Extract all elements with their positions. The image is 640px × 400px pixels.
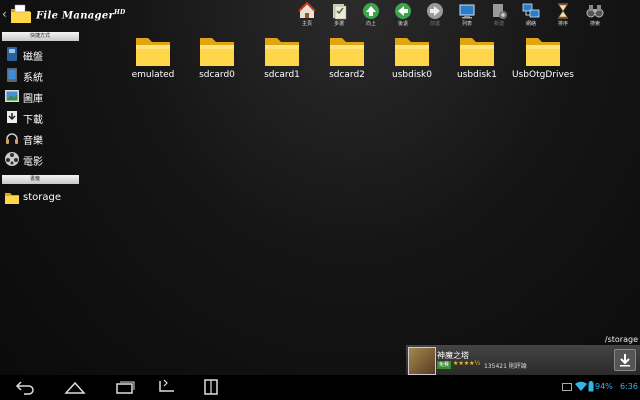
search-label: 搜索 [589, 21, 600, 27]
binoculars-icon [586, 5, 604, 18]
home-label: 主頁 [301, 21, 312, 27]
folder-label: sdcard0 [199, 70, 235, 80]
folder-icon [136, 38, 170, 66]
folder-icon [200, 38, 234, 66]
folder-item[interactable]: usbdisk0 [381, 32, 443, 88]
app-logo-icon[interactable] [10, 4, 32, 24]
sidebar-item-label: 圖庫 [23, 94, 43, 105]
back-button[interactable]: 後退 [388, 2, 418, 32]
folder-icon [526, 38, 560, 66]
network-label: 網絡 [525, 21, 536, 27]
multi-select-label: 多選 [333, 21, 344, 27]
folder-item[interactable]: UsbOtgDrives [511, 32, 575, 88]
ad-review-count: 135421 則評論 [484, 363, 527, 370]
ad-download-button[interactable] [614, 349, 636, 371]
sidebar-item-system[interactable]: 系統 [4, 66, 80, 84]
nav-screenshot-icon[interactable] [156, 379, 178, 395]
folder-label: UsbOtgDrives [512, 70, 574, 80]
search-button[interactable]: 搜索 [580, 2, 610, 32]
ad-rating-stars: ★★★★½ [453, 360, 481, 367]
sidebar-item-label: 音樂 [23, 136, 43, 147]
folder-icon [460, 38, 494, 66]
forward-button[interactable]: 前進 [420, 2, 450, 32]
folder-icon [5, 193, 19, 204]
arrow-up-icon [363, 3, 379, 19]
view-label: 列表 [461, 21, 472, 27]
sidebar-item-label: 電影 [23, 157, 43, 168]
bookmarks-header: 書籤 [2, 175, 79, 184]
new-folder-button[interactable]: 新建 [484, 2, 514, 32]
sort-button[interactable]: 排序 [548, 2, 578, 32]
arrow-back-icon [395, 3, 411, 19]
back-label: 後退 [397, 21, 408, 27]
sidebar-item-disk[interactable]: 磁盤 [4, 45, 80, 63]
wifi-icon [575, 381, 587, 391]
view-button[interactable]: 列表 [452, 2, 482, 32]
folder-label: emulated [131, 70, 175, 80]
nav-home-icon[interactable] [64, 379, 86, 395]
app-title-text: File Manager [36, 10, 115, 22]
nav-back-icon[interactable] [14, 379, 36, 395]
new-folder-icon [493, 4, 507, 19]
app-version-mark: HD [114, 9, 126, 16]
forward-label: 前進 [429, 21, 440, 27]
app-title: File ManagerHD [36, 9, 126, 21]
up-button[interactable]: 向上 [356, 2, 386, 32]
list-view-icon [459, 4, 475, 19]
ad-app-thumbnail[interactable] [408, 347, 436, 375]
folder-label: usbdisk0 [392, 70, 432, 80]
sidebar-item-label: 下載 [23, 115, 43, 126]
folder-item[interactable]: sdcard0 [186, 32, 248, 88]
sidebar-item-storage[interactable]: storage [4, 189, 80, 207]
disk-icon [7, 47, 17, 61]
sidebar-item-film[interactable]: 電影 [4, 150, 80, 168]
folder-item[interactable]: emulated [122, 32, 184, 88]
folder-label: sdcard1 [264, 70, 300, 80]
sidebar-item-music[interactable]: 音樂 [4, 129, 80, 147]
arrow-forward-icon [427, 3, 443, 19]
back-chevron-icon[interactable]: ‹ [2, 7, 7, 21]
top-bar: ‹ File ManagerHD 主頁 多選 向上 後退 前進 列表 新建 網絡… [0, 0, 640, 30]
sort-icon [558, 3, 568, 19]
folder-icon [330, 38, 364, 66]
sidebar-item-download[interactable]: 下載 [4, 108, 80, 126]
sidebar-item-label: 磁盤 [23, 52, 43, 63]
battery-icon [588, 381, 594, 392]
download-arrow-icon [620, 354, 630, 367]
music-icon [6, 133, 18, 144]
home-icon [298, 2, 316, 18]
folder-label: sdcard2 [329, 70, 365, 80]
network-icon [522, 3, 540, 18]
folder-item[interactable]: sdcard2 [316, 32, 378, 88]
nav-recents-icon[interactable] [114, 379, 136, 395]
sidebar-item-label: 系統 [23, 73, 43, 84]
nav-window-icon[interactable] [200, 379, 222, 395]
current-path: /storage [604, 335, 638, 344]
sort-label: 排序 [557, 21, 568, 27]
folder-icon [395, 38, 429, 66]
home-button[interactable]: 主頁 [292, 2, 322, 32]
multi-select-button[interactable]: 多選 [324, 2, 354, 32]
multi-select-icon [333, 4, 347, 20]
sidebar-item-label: storage [23, 192, 61, 203]
folder-item[interactable]: sdcard1 [251, 32, 313, 88]
download-icon [7, 111, 17, 123]
system-nav-bar: 94% 6:36 [0, 375, 640, 400]
new-folder-label: 新建 [493, 21, 504, 27]
folder-icon [265, 38, 299, 66]
phone-icon [7, 68, 17, 82]
gallery-icon [5, 90, 19, 102]
folder-item[interactable]: usbdisk1 [446, 32, 508, 88]
clock: 6:36 [620, 382, 638, 391]
film-icon [5, 152, 19, 166]
ad-banner[interactable]: 神魔之塔 免費 ★★★★½ 135421 則評論 [406, 345, 640, 375]
network-button[interactable]: 網絡 [516, 2, 546, 32]
sidebar-item-gallery[interactable]: 圖庫 [4, 87, 80, 105]
folder-label: usbdisk1 [457, 70, 497, 80]
up-label: 向上 [365, 21, 376, 27]
battery-percent: 94% [595, 382, 613, 391]
screen-cast-icon [562, 383, 572, 391]
shortcuts-header: 快捷方式 [2, 32, 79, 41]
ad-free-badge: 免費 [437, 361, 452, 369]
